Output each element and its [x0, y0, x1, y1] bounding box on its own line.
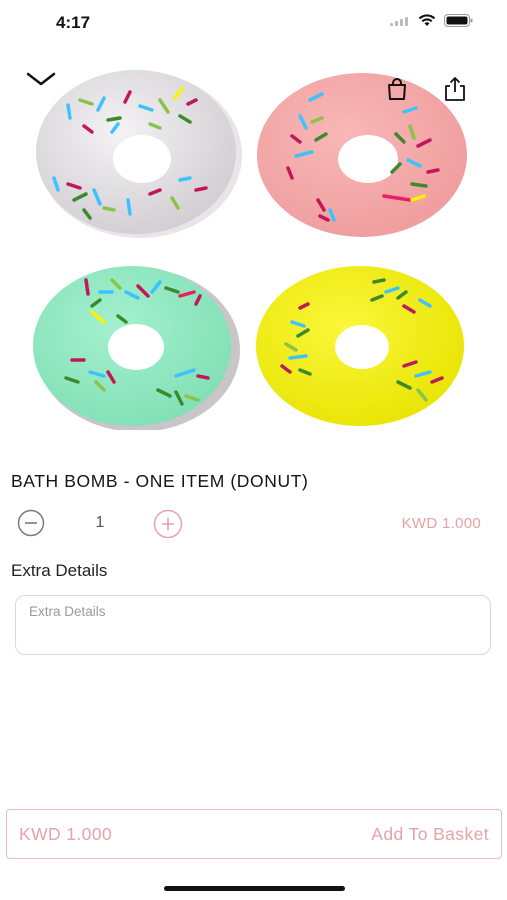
product-image — [33, 70, 467, 430]
product-title: BATH BOMB - ONE ITEM (DONUT) — [11, 471, 309, 491]
bag-button[interactable] — [380, 72, 414, 106]
add-to-basket-label: Add To Basket — [371, 823, 489, 844]
item-price: KWD 1.000 — [401, 515, 481, 532]
status-time: 4:17 — [56, 13, 91, 32]
quantity-row: 1 KWD 1.000 — [0, 506, 507, 542]
status-icons — [390, 14, 473, 27]
basket-total-price: KWD 1.000 — [19, 823, 113, 844]
plus-icon — [153, 509, 183, 539]
minus-icon — [17, 509, 45, 537]
donut-pink — [257, 73, 467, 237]
signal-icon — [390, 16, 408, 26]
quantity-value: 1 — [95, 514, 105, 531]
shopping-bag-icon — [388, 78, 406, 100]
extra-details-input[interactable] — [15, 595, 491, 655]
donut-yellow — [256, 266, 464, 426]
wifi-icon — [418, 14, 436, 26]
donut-white — [36, 70, 242, 238]
close-button[interactable] — [24, 62, 58, 96]
add-to-basket-button[interactable]: KWD 1.000 Add To Basket — [6, 809, 502, 859]
home-indicator — [164, 886, 345, 891]
share-button[interactable] — [438, 72, 472, 106]
extra-details-label: Extra Details — [11, 561, 108, 580]
status-bar: 4:17 — [0, 0, 507, 44]
battery-icon — [444, 14, 473, 27]
share-icon — [445, 77, 465, 101]
chevron-down-icon — [26, 72, 56, 86]
donut-mint — [33, 266, 240, 430]
decrease-quantity-button[interactable] — [17, 509, 45, 537]
increase-quantity-button[interactable] — [153, 509, 183, 539]
